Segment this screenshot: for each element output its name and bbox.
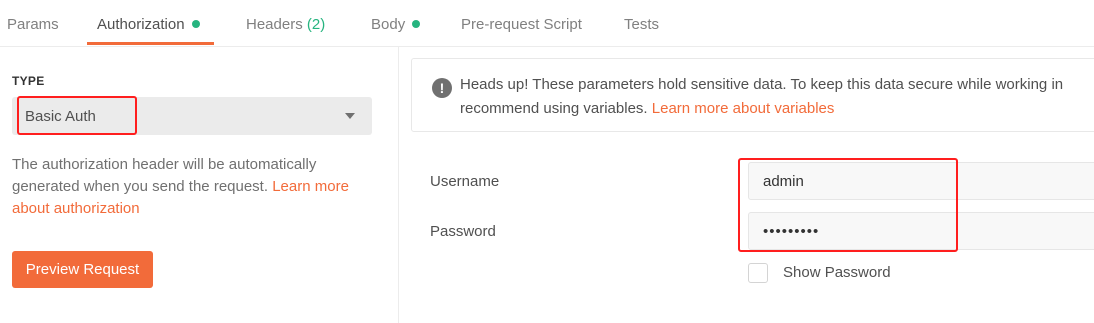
tab-headers-label: Headers xyxy=(246,16,303,33)
notice-text-line2: recommend using variables. xyxy=(460,100,648,117)
tab-authorization-label: Authorization xyxy=(97,16,185,33)
request-tabs: Params Authorization Headers (2) Body Pr… xyxy=(0,0,1094,47)
headers-count-badge: (2) xyxy=(306,16,326,33)
password-label: Password xyxy=(430,223,496,240)
tab-tests-label: Tests xyxy=(624,16,660,33)
tab-tests[interactable]: Tests xyxy=(624,0,659,46)
tab-headers[interactable]: Headers (2) xyxy=(246,0,325,46)
auth-type-panel: TYPE Basic Auth The authorization header… xyxy=(0,47,399,323)
username-label: Username xyxy=(430,173,500,190)
highlight-auth-type xyxy=(17,96,137,135)
tab-pre-request-label: Pre-request Script xyxy=(461,16,582,33)
show-password-checkbox[interactable] xyxy=(748,263,768,283)
sensitive-data-notice: ! Heads up! These parameters hold sensit… xyxy=(411,58,1094,132)
active-indicator-dot xyxy=(191,20,200,28)
body-indicator-dot xyxy=(412,20,421,28)
notice-text-line1: Heads up! These parameters hold sensitiv… xyxy=(460,76,1064,93)
chevron-down-icon xyxy=(345,113,355,119)
notice-text: Heads up! These parameters hold sensitiv… xyxy=(460,73,1094,121)
tab-body-label: Body xyxy=(371,16,406,33)
highlight-credentials xyxy=(738,158,958,252)
preview-request-button[interactable]: Preview Request xyxy=(12,251,153,288)
tab-pre-request-script[interactable]: Pre-request Script xyxy=(461,0,582,46)
tab-params-label: Params xyxy=(7,16,59,33)
learn-more-variables-link[interactable]: Learn more about variables xyxy=(652,100,835,117)
show-password-label[interactable]: Show Password xyxy=(783,264,891,281)
auth-description: The authorization header will be automat… xyxy=(12,154,382,220)
auth-description-text: The authorization header will be automat… xyxy=(12,156,317,195)
tab-authorization[interactable]: Authorization xyxy=(87,0,214,46)
info-icon: ! xyxy=(432,78,452,98)
tab-params[interactable]: Params xyxy=(7,0,59,46)
tab-body[interactable]: Body xyxy=(371,0,421,46)
type-label: TYPE xyxy=(12,74,45,88)
